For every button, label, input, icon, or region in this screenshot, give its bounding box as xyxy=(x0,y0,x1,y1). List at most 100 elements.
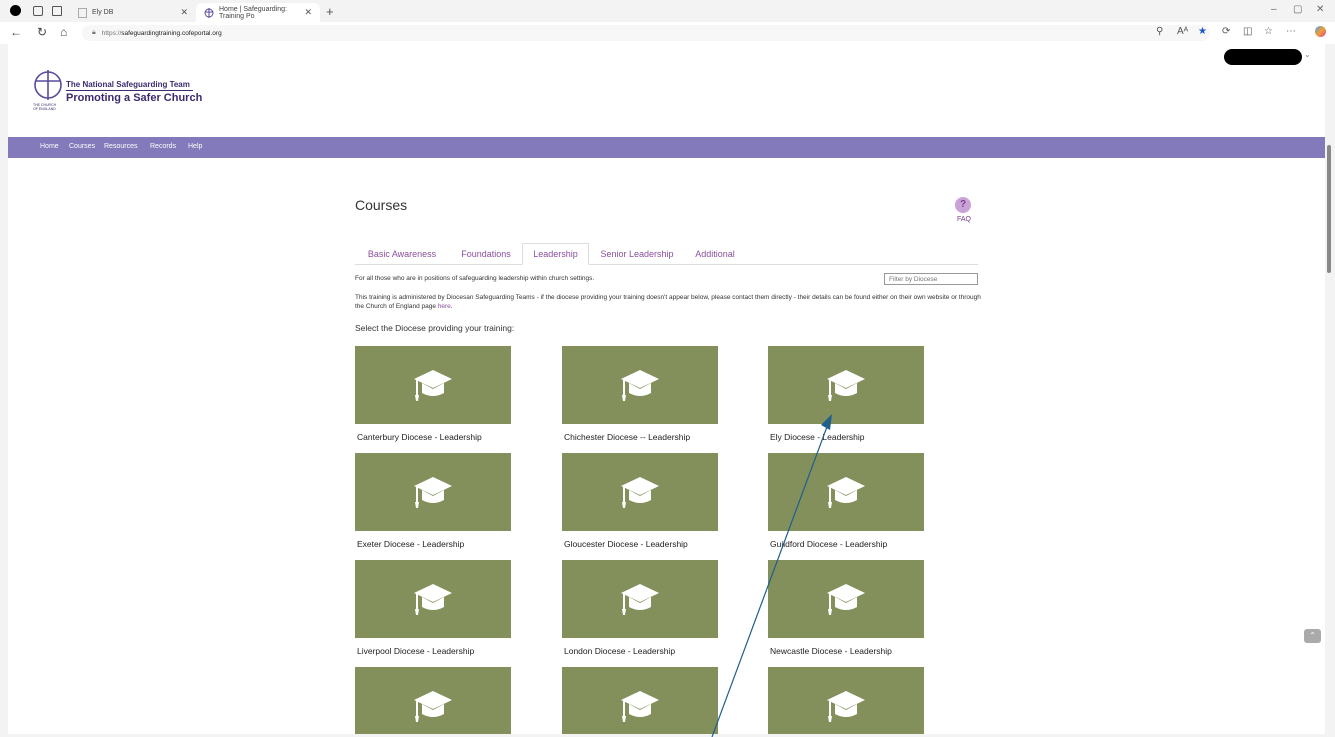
logo-small-text: THE CHURCH OF ENGLAND xyxy=(33,103,57,111)
tab-ely-db[interactable]: Ely DB ✕ xyxy=(70,3,196,22)
course-image[interactable] xyxy=(355,453,511,531)
course-card[interactable]: London Diocese - Leadership xyxy=(562,560,718,656)
tab-safeguarding[interactable]: Home | Safeguarding: Training Po ✕ xyxy=(196,3,320,22)
tab-description: For all those who are in positions of sa… xyxy=(355,275,595,282)
course-image[interactable] xyxy=(355,560,511,638)
course-image[interactable] xyxy=(355,667,511,734)
browser-toolbar: ← ↻ ⌂ 🔒︎ https://safeguardingtraining.co… xyxy=(0,22,1335,44)
course-card[interactable]: Exeter Diocese - Leadership xyxy=(355,453,511,549)
help-icon[interactable]: ? xyxy=(955,197,971,213)
refresh-icon[interactable]: ↻ xyxy=(37,25,47,39)
scrollbar-thumb[interactable] xyxy=(1327,145,1331,273)
mortarboard-icon xyxy=(621,370,659,401)
faq-link[interactable]: FAQ xyxy=(957,216,971,223)
address-bar[interactable]: 🔒︎ https://safeguardingtraining.cofeport… xyxy=(82,25,1210,41)
course-card[interactable] xyxy=(355,667,511,734)
read-aloud-icon[interactable]: ⚲ xyxy=(1156,26,1163,37)
workspaces-icon[interactable] xyxy=(33,6,43,16)
minimize-icon[interactable]: – xyxy=(1271,4,1277,15)
site-logo[interactable]: The National Safeguarding Team Promoting… xyxy=(33,44,213,124)
copilot-icon[interactable] xyxy=(1315,26,1326,37)
mortarboard-icon xyxy=(827,691,865,722)
course-title[interactable]: London Diocese - Leadership xyxy=(562,646,718,656)
extensions-icon[interactable]: ⟳ xyxy=(1222,26,1230,37)
info-link[interactable]: here xyxy=(438,303,451,310)
course-image[interactable] xyxy=(562,346,718,424)
tab-foundations[interactable]: Foundations xyxy=(451,243,521,264)
maximize-icon[interactable]: ▢ xyxy=(1293,4,1302,15)
course-image[interactable] xyxy=(562,560,718,638)
church-logo-icon xyxy=(34,70,62,100)
course-title[interactable]: Chichester Diocese -- Leadership xyxy=(562,432,718,442)
course-image[interactable] xyxy=(768,667,924,734)
tab-basic-awareness[interactable]: Basic Awareness xyxy=(355,243,449,264)
course-title[interactable]: Canterbury Diocese - Leadership xyxy=(355,432,511,442)
course-card[interactable]: Gloucester Diocese - Leadership xyxy=(562,453,718,549)
close-tab-icon[interactable]: ✕ xyxy=(304,7,312,18)
course-image[interactable] xyxy=(768,346,924,424)
mortarboard-icon xyxy=(621,477,659,508)
profile-icon[interactable] xyxy=(10,5,21,16)
course-card[interactable] xyxy=(562,667,718,734)
course-title[interactable]: Liverpool Diocese - Leadership xyxy=(355,646,511,656)
close-window-icon[interactable]: ✕ xyxy=(1316,4,1324,15)
mortarboard-icon xyxy=(414,370,452,401)
text-size-icon[interactable]: Aᴬ xyxy=(1177,26,1188,37)
nav-home[interactable]: Home xyxy=(40,143,59,150)
course-card[interactable]: Liverpool Diocese - Leadership xyxy=(355,560,511,656)
course-card[interactable]: Ely Diocese - Leadership xyxy=(768,346,924,442)
user-account-menu[interactable] xyxy=(1224,49,1302,65)
course-title[interactable]: Newcastle Diocese - Leadership xyxy=(768,646,924,656)
nav-resources[interactable]: Resources xyxy=(104,143,137,150)
favorite-star-icon[interactable]: ★ xyxy=(1198,26,1207,37)
logo-line-1: The National Safeguarding Team xyxy=(66,80,190,89)
split-screen-icon[interactable]: ◫ xyxy=(1243,26,1252,37)
mortarboard-icon xyxy=(621,584,659,615)
page-icon xyxy=(78,7,87,18)
collections-icon[interactable]: ☆ xyxy=(1264,26,1273,37)
tab-senior-leadership[interactable]: Senior Leadership xyxy=(592,243,682,264)
site-navbar: Home Courses Resources Records Help xyxy=(8,137,1325,158)
tab-additional[interactable]: Additional xyxy=(685,243,745,264)
chevron-down-icon[interactable]: ⌄ xyxy=(1304,50,1311,59)
info-end: . xyxy=(450,303,453,310)
mortarboard-icon xyxy=(414,584,452,615)
course-image[interactable] xyxy=(355,346,511,424)
back-icon[interactable]: ← xyxy=(10,25,22,39)
course-title[interactable]: Guildford Diocese - Leadership xyxy=(768,539,924,549)
tab-actions-icon[interactable] xyxy=(52,6,62,16)
nav-records[interactable]: Records xyxy=(150,143,176,150)
course-image[interactable] xyxy=(562,667,718,734)
church-logo-icon xyxy=(204,7,214,18)
web-page: The National Safeguarding Team Promoting… xyxy=(8,44,1325,734)
scroll-top-icon[interactable]: ⌃ xyxy=(1304,629,1321,643)
nav-help[interactable]: Help xyxy=(188,143,202,150)
more-icon[interactable]: ⋯ xyxy=(1286,26,1296,37)
course-card[interactable]: Canterbury Diocese - Leadership xyxy=(355,346,511,442)
filter-diocese-input[interactable] xyxy=(884,273,978,285)
course-image[interactable] xyxy=(768,560,924,638)
course-card[interactable] xyxy=(768,667,924,734)
mortarboard-icon xyxy=(827,477,865,508)
course-title[interactable]: Gloucester Diocese - Leadership xyxy=(562,539,718,549)
tab-leadership[interactable]: Leadership xyxy=(522,243,589,265)
course-card[interactable]: Guildford Diocese - Leadership xyxy=(768,453,924,549)
close-tab-icon[interactable]: ✕ xyxy=(180,7,188,18)
new-tab-icon[interactable]: + xyxy=(326,4,334,19)
course-title[interactable]: Ely Diocese - Leadership xyxy=(768,432,924,442)
tab-label: Ely DB xyxy=(92,9,114,16)
course-image[interactable] xyxy=(562,453,718,531)
lock-icon: 🔒︎ xyxy=(92,29,96,36)
course-card[interactable]: Chichester Diocese -- Leadership xyxy=(562,346,718,442)
tabs-divider xyxy=(355,264,978,265)
course-card[interactable]: Newcastle Diocese - Leadership xyxy=(768,560,924,656)
page-title: Courses xyxy=(355,197,408,213)
url-prefix: https:// xyxy=(101,29,122,37)
mortarboard-icon xyxy=(827,370,865,401)
info-text: This training is administered by Diocesa… xyxy=(355,293,985,311)
course-title[interactable]: Exeter Diocese - Leadership xyxy=(355,539,511,549)
nav-courses[interactable]: Courses xyxy=(69,143,95,150)
select-diocese-label: Select the Diocese providing your traini… xyxy=(355,323,515,333)
course-image[interactable] xyxy=(768,453,924,531)
home-icon[interactable]: ⌂ xyxy=(60,25,67,39)
